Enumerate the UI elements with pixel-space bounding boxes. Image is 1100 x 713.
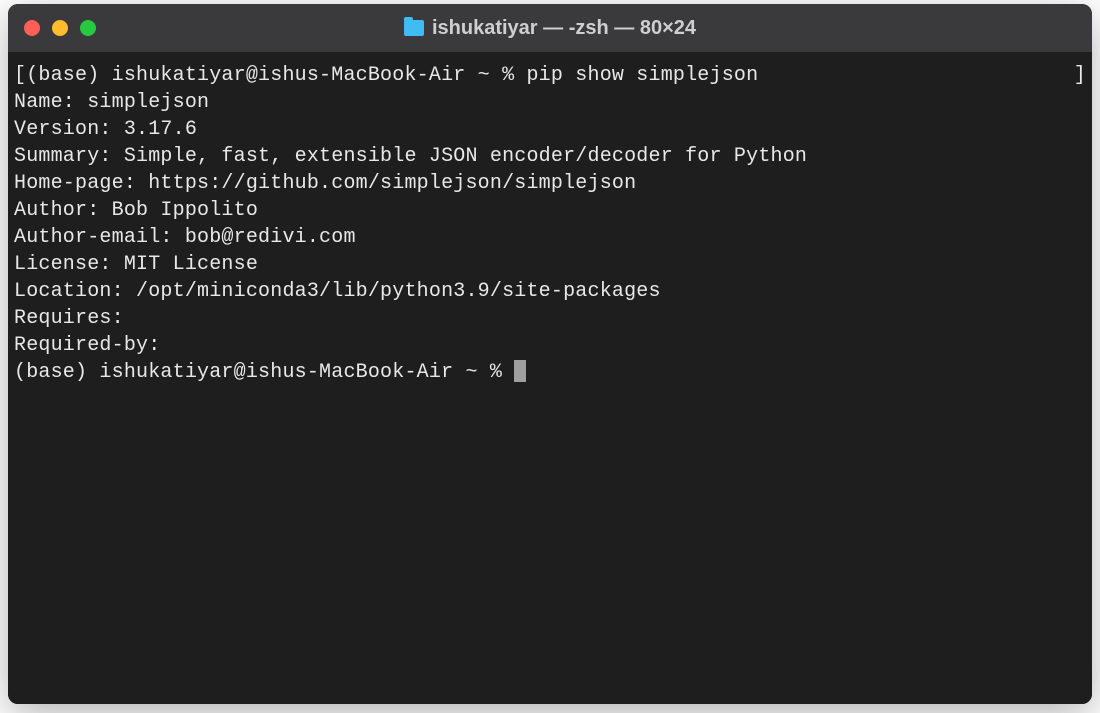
window-title: ishukatiyar — -zsh — 80×24 bbox=[432, 17, 696, 40]
title-bar: ishukatiyar — -zsh — 80×24 bbox=[8, 4, 1092, 52]
output-author: Author: Bob Ippolito bbox=[14, 197, 1086, 224]
close-button[interactable] bbox=[24, 20, 40, 36]
prompt-line-1: [(base) ishukatiyar@ishus-MacBook-Air ~ … bbox=[14, 62, 1086, 89]
command-1: pip show simplejson bbox=[526, 64, 758, 87]
output-requires: Requires: bbox=[14, 305, 1086, 332]
output-summary: Summary: Simple, fast, extensible JSON e… bbox=[14, 143, 1086, 170]
output-homepage: Home-page: https://github.com/simplejson… bbox=[14, 170, 1086, 197]
output-required-by: Required-by: bbox=[14, 332, 1086, 359]
terminal-window: ishukatiyar — -zsh — 80×24 [(base) ishuk… bbox=[8, 4, 1092, 704]
output-name: Name: simplejson bbox=[14, 89, 1086, 116]
maximize-button[interactable] bbox=[80, 20, 96, 36]
terminal-body[interactable]: [(base) ishukatiyar@ishus-MacBook-Air ~ … bbox=[8, 52, 1092, 704]
prompt-bracket-open: [ bbox=[14, 64, 26, 87]
prompt-bracket-close: ] bbox=[1074, 62, 1086, 89]
minimize-button[interactable] bbox=[52, 20, 68, 36]
folder-icon bbox=[404, 20, 424, 36]
output-location: Location: /opt/miniconda3/lib/python3.9/… bbox=[14, 278, 1086, 305]
prompt-2: (base) ishukatiyar@ishus-MacBook-Air ~ % bbox=[14, 361, 514, 384]
prompt-1-prefix: (base) ishukatiyar@ishus-MacBook-Air ~ % bbox=[26, 64, 526, 87]
traffic-lights bbox=[8, 20, 96, 36]
prompt-line-2: (base) ishukatiyar@ishus-MacBook-Air ~ % bbox=[14, 359, 1086, 386]
cursor bbox=[514, 360, 526, 382]
output-version: Version: 3.17.6 bbox=[14, 116, 1086, 143]
window-title-container: ishukatiyar — -zsh — 80×24 bbox=[8, 17, 1092, 40]
output-license: License: MIT License bbox=[14, 251, 1086, 278]
output-author-email: Author-email: bob@redivi.com bbox=[14, 224, 1086, 251]
